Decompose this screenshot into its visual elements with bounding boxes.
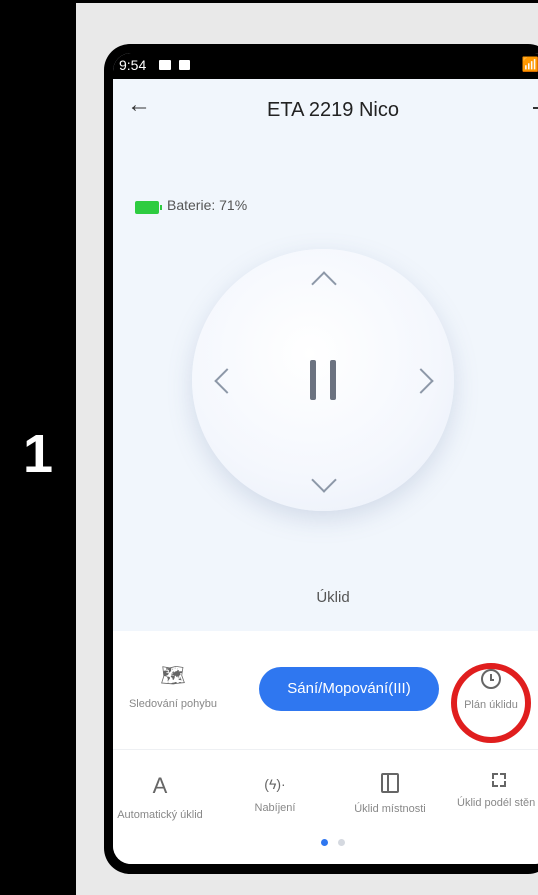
wifi-icon: 📶 — [521, 56, 538, 72]
charging-label: Nabíjení — [254, 802, 296, 814]
wall-clean-label: Úklid podél stěn — [457, 797, 536, 809]
app-bar: ← ETA 2219 Nico — [113, 79, 538, 137]
folder-notification-icon — [179, 60, 190, 70]
letter-a-icon: A — [152, 773, 168, 798]
battery-icon — [135, 201, 162, 214]
charging-button[interactable]: (ϟ)· Nabíjení — [245, 776, 305, 814]
mode-status-label: Úklid — [316, 589, 350, 606]
battery-label: Baterie: 71% — [167, 197, 248, 213]
room-icon — [381, 773, 399, 793]
step-panel: 1 — [0, 0, 76, 895]
motion-tracking-label: Sledování pohybu — [128, 698, 218, 710]
bottom-controls: 🗺 Sledování pohybu Sání/Mopování(III) Pl… — [113, 631, 538, 864]
status-bar: 9:54 📶 — [113, 53, 538, 79]
controls-row-primary: 🗺 Sledování pohybu Sání/Mopování(III) Pl… — [113, 631, 538, 750]
room-clean-label: Úklid místnosti — [354, 803, 426, 815]
charging-icon: (ϟ)· — [264, 776, 286, 792]
chevron-up-icon[interactable] — [311, 271, 337, 297]
room-clean-button[interactable]: Úklid místnosti — [345, 773, 435, 815]
page-dot-active[interactable] — [320, 839, 328, 846]
page-title: ETA 2219 Nico — [267, 99, 399, 121]
chevron-down-icon[interactable] — [311, 467, 337, 493]
motion-tracking-button[interactable]: 🗺 Sledování pohybu — [123, 663, 223, 710]
pause-button[interactable] — [304, 360, 342, 400]
suction-mop-mode-button[interactable]: Sání/Mopování(III) — [259, 667, 439, 711]
pause-icon — [310, 360, 316, 400]
wall-frame-icon — [492, 773, 506, 787]
settings-menu-icon[interactable] — [533, 107, 538, 109]
pause-icon — [330, 360, 336, 400]
chevron-left-icon[interactable] — [214, 368, 240, 394]
highlight-circle — [451, 663, 531, 743]
status-time: 9:54 — [119, 57, 147, 73]
auto-clean-button[interactable]: A Automatický úklid — [115, 773, 205, 821]
direction-pad — [192, 249, 454, 511]
phone-screen: 9:54 📶 ← ETA 2219 Nico Baterie: 71% Úkli… — [113, 53, 538, 864]
page-dot[interactable] — [338, 839, 346, 846]
auto-clean-label: Automatický úklid — [117, 809, 203, 821]
chevron-right-icon[interactable] — [408, 368, 434, 394]
wall-clean-button[interactable]: Úklid podél stěn — [453, 773, 538, 809]
gallery-notification-icon — [159, 60, 171, 70]
map-icon: 🗺 — [160, 665, 186, 687]
page-indicator — [113, 833, 538, 851]
step-number: 1 — [22, 424, 54, 484]
